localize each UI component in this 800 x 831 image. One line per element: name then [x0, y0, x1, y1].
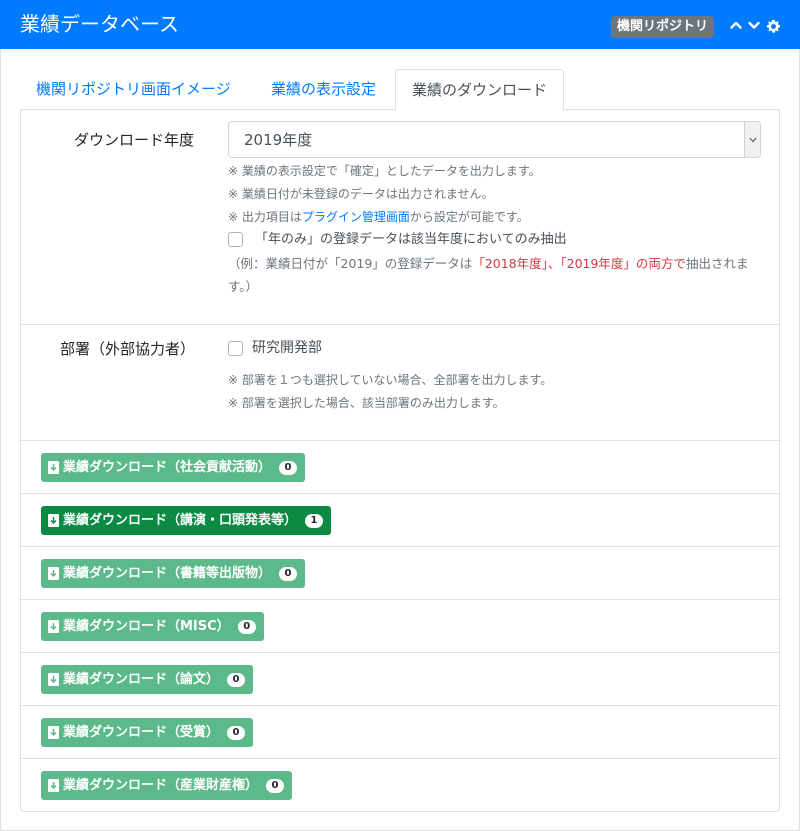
download-papers-button[interactable]: 業績ダウンロード（論文） 0 — [41, 665, 254, 694]
download-button-label: 業績ダウンロード（社会貢献活動） — [63, 460, 272, 475]
app-title: 業績データベース — [20, 12, 179, 36]
download-button-label: 業績ダウンロード（講演・口頭発表等） — [63, 513, 298, 528]
count-badge: 0 — [237, 620, 256, 634]
divider — [21, 546, 779, 547]
download-button-label: 業績ダウンロード（MISC） — [63, 619, 230, 634]
file-download-icon — [48, 514, 59, 527]
divider — [21, 599, 779, 600]
file-download-icon — [48, 673, 59, 686]
department-note-all: ※ 部署を１つも選択していない場合、全部署を出力します。 — [228, 373, 553, 387]
download-awards-button[interactable]: 業績ダウンロード（受賞） 0 — [41, 718, 254, 747]
download-button-label: 業績ダウンロード（産業財産権） — [63, 778, 259, 793]
divider — [21, 440, 779, 441]
download-social-contribution-button[interactable]: 業績ダウンロード（社会貢献活動） 0 — [41, 453, 306, 482]
chevron-up-icon[interactable] — [727, 15, 745, 37]
download-misc-button[interactable]: 業績ダウンロード（MISC） 0 — [41, 612, 264, 641]
count-badge: 0 — [279, 461, 298, 475]
top-bar: 業績データベース 機関リポジトリ — [0, 0, 800, 49]
download-panel: ダウンロード年度 2019年度 ※ 業績の表示設定で「確定」としたデータを出力し… — [20, 110, 780, 812]
plugin-management-link[interactable]: プラグイン管理画面 — [302, 210, 410, 224]
example-note-line2: す。） — [228, 279, 259, 294]
note-no-date: ※ 業績日付が未登録のデータは出力されません。 — [228, 187, 494, 201]
chevron-down-icon[interactable] — [745, 15, 763, 37]
download-button-label: 業績ダウンロード（論文） — [63, 672, 220, 687]
divider — [21, 652, 779, 653]
download-year-select[interactable]: 2019年度 — [228, 121, 761, 158]
department-checkbox-label: 研究開発部 — [252, 340, 322, 356]
download-year-value: 2019年度 — [244, 131, 313, 149]
file-download-icon — [48, 779, 59, 792]
select-arrow-icon — [744, 122, 760, 157]
note-plugin-suffix: から設定が可能です。 — [409, 210, 529, 224]
download-button-label: 業績ダウンロード（書籍等出版物） — [63, 566, 272, 581]
example-note: （例：業績日付が「2019」の登録データは「2018年度」、「2019年度」の両… — [228, 256, 748, 272]
example-highlight: 「2018年度」、「2019年度」の両方で — [472, 256, 686, 271]
download-button-label: 業績ダウンロード（受賞） — [63, 725, 220, 740]
note-plugin: ※ 出力項目はプラグイン管理画面から設定が可能です。 — [228, 209, 529, 225]
divider — [21, 324, 779, 325]
file-download-icon — [48, 726, 59, 739]
download-books-button[interactable]: 業績ダウンロード（書籍等出版物） 0 — [41, 559, 306, 588]
file-download-icon — [48, 461, 59, 474]
file-download-icon — [48, 620, 59, 633]
tab-bar: 機関リポジトリ画面イメージ 業績の表示設定 業績のダウンロード — [20, 69, 780, 111]
count-badge: 0 — [227, 673, 246, 687]
count-badge: 0 — [227, 726, 246, 740]
example-prefix: （例：業績日付が「2019」の登録データは — [228, 256, 473, 271]
department-label: 部署（外部協力者） — [60, 340, 196, 358]
gear-icon[interactable] — [764, 15, 782, 37]
download-year-label: ダウンロード年度 — [74, 131, 195, 149]
file-download-icon — [48, 567, 59, 580]
divider — [21, 758, 779, 759]
year-only-label: 「年のみ」の登録データは該当年度においてのみ抽出 — [255, 232, 567, 247]
department-note-selected: ※ 部署を選択した場合、該当部署のみ出力します。 — [228, 396, 505, 410]
download-presentations-button[interactable]: 業績ダウンロード（講演・口頭発表等） 1 — [41, 506, 332, 535]
year-only-checkbox[interactable] — [228, 232, 243, 247]
tab-download[interactable]: 業績のダウンロード — [395, 69, 565, 111]
repository-badge: 機関リポジトリ — [611, 16, 715, 38]
count-badge: 0 — [279, 567, 298, 581]
note-plugin-prefix: ※ 出力項目は — [228, 210, 302, 224]
divider — [21, 493, 779, 494]
department-checkbox[interactable] — [228, 341, 243, 356]
note-confirmed-data: ※ 業績の表示設定で「確定」としたデータを出力します。 — [228, 164, 541, 178]
example-suffix: 抽出されま — [685, 256, 749, 271]
divider — [21, 705, 779, 706]
tab-display-settings[interactable]: 業績の表示設定 — [255, 69, 392, 110]
count-badge: 0 — [266, 779, 285, 793]
tab-repository-preview[interactable]: 機関リポジトリ画面イメージ — [20, 69, 247, 110]
count-badge: 1 — [305, 514, 324, 528]
download-industrial-property-button[interactable]: 業績ダウンロード（産業財産権） 0 — [41, 771, 293, 800]
